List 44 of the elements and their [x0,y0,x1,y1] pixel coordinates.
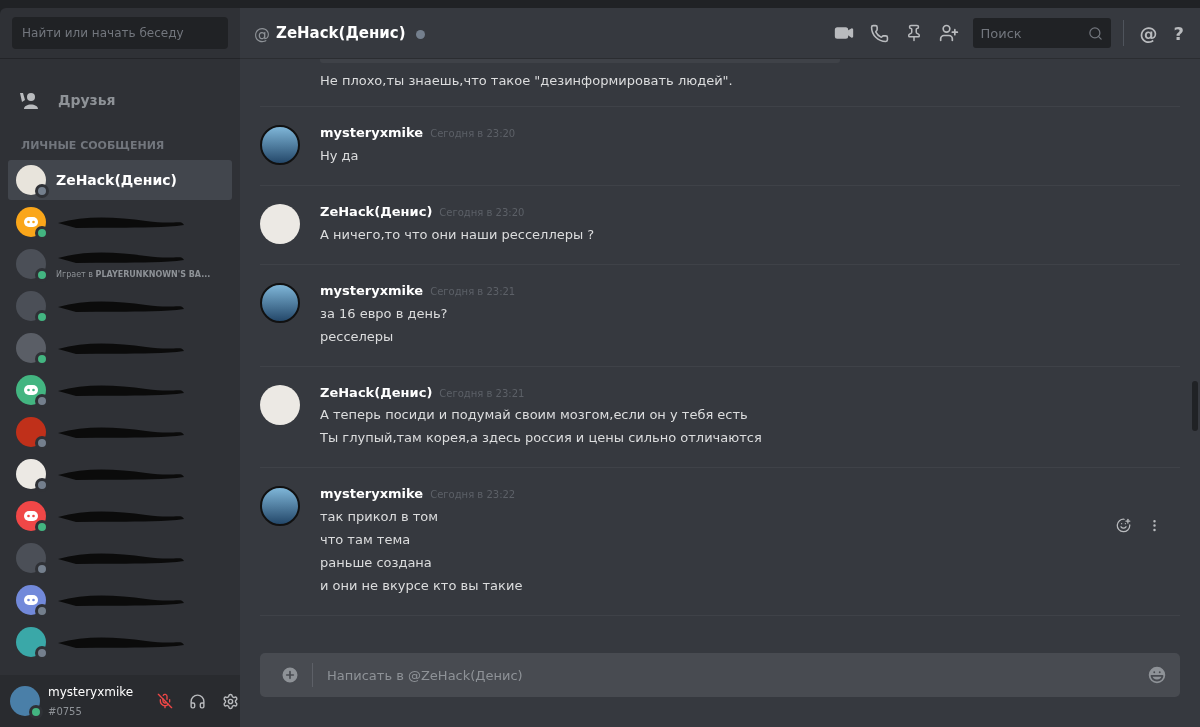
user-tag: #0755 [48,704,134,718]
scrollbar-thumb[interactable] [1192,381,1198,431]
headphones-icon[interactable] [189,692,207,710]
message-author[interactable]: mysteryxmike [320,486,424,504]
person-wave-icon [18,91,40,109]
search-icon [1087,26,1103,41]
message-author[interactable]: mysteryxmike [320,124,424,142]
help-button[interactable]: ? [1169,22,1188,44]
message-text: что там тема [320,532,412,549]
dm-item[interactable]: Играет в PLAYERUNKNOWN'S BA... [8,244,232,284]
message-text: так прикол в том [320,509,440,526]
message-text: ресселеры [320,328,395,346]
message-field[interactable]: Написать в @ZeHack(Денис) [325,662,1126,688]
phone-icon[interactable] [869,23,889,43]
username: mysteryxmike [48,684,134,701]
search-field[interactable]: Поиск [972,18,1111,48]
message-text: и они не вкурсе кто вы такие [320,577,523,595]
mention-button[interactable]: @ [1135,22,1162,44]
message-composer[interactable]: Написать в @ZeHack(Денис) [260,653,1180,697]
dm-item[interactable]: ZeHack(Денис) [8,160,232,200]
friends-link[interactable]: Друзья [8,83,232,117]
add-user-icon[interactable] [938,23,959,43]
channel-title: ZeHack(Денис) [276,24,406,42]
section-title: ЛИЧНЫЕ СООБЩЕНИЯ [21,139,166,152]
dm-name: ZeHack(Денис) [56,170,177,190]
message-text: Не плохо,ты знаешь,что такое "дезинформировать людей". [320,73,734,90]
user-avatar [10,686,40,716]
emoji-icon[interactable] [1146,664,1168,686]
message-text: А теперь посиди и подумай своим мозгом,если он у тебя есть [320,407,749,425]
at-sign: @ [254,23,270,43]
add-reaction-icon[interactable] [1116,518,1131,534]
muted-mic-icon[interactable] [157,693,174,709]
message-text: раньше создана [320,554,433,572]
message-text: Ну да [320,147,360,165]
message-author[interactable]: ZeHack(Денис) [320,384,433,402]
settings-icon[interactable] [222,692,240,710]
activity-text: Играет в PLAYERUNKNOWN'S BA... [56,269,211,281]
plus-icon[interactable] [280,665,300,685]
message-text: А ничего,то что они наши ресселлеры ? [320,226,595,244]
message-text: за 16 евро в день? [320,305,449,323]
message-text: Ты глупый,там корея,а здесь россия и цены сильно отличаются [320,430,762,448]
search-field[interactable]: Найти или начать беседу [12,17,228,49]
message-author[interactable]: mysteryxmike [320,282,424,300]
message-author[interactable]: ZeHack(Денис) [320,203,433,221]
